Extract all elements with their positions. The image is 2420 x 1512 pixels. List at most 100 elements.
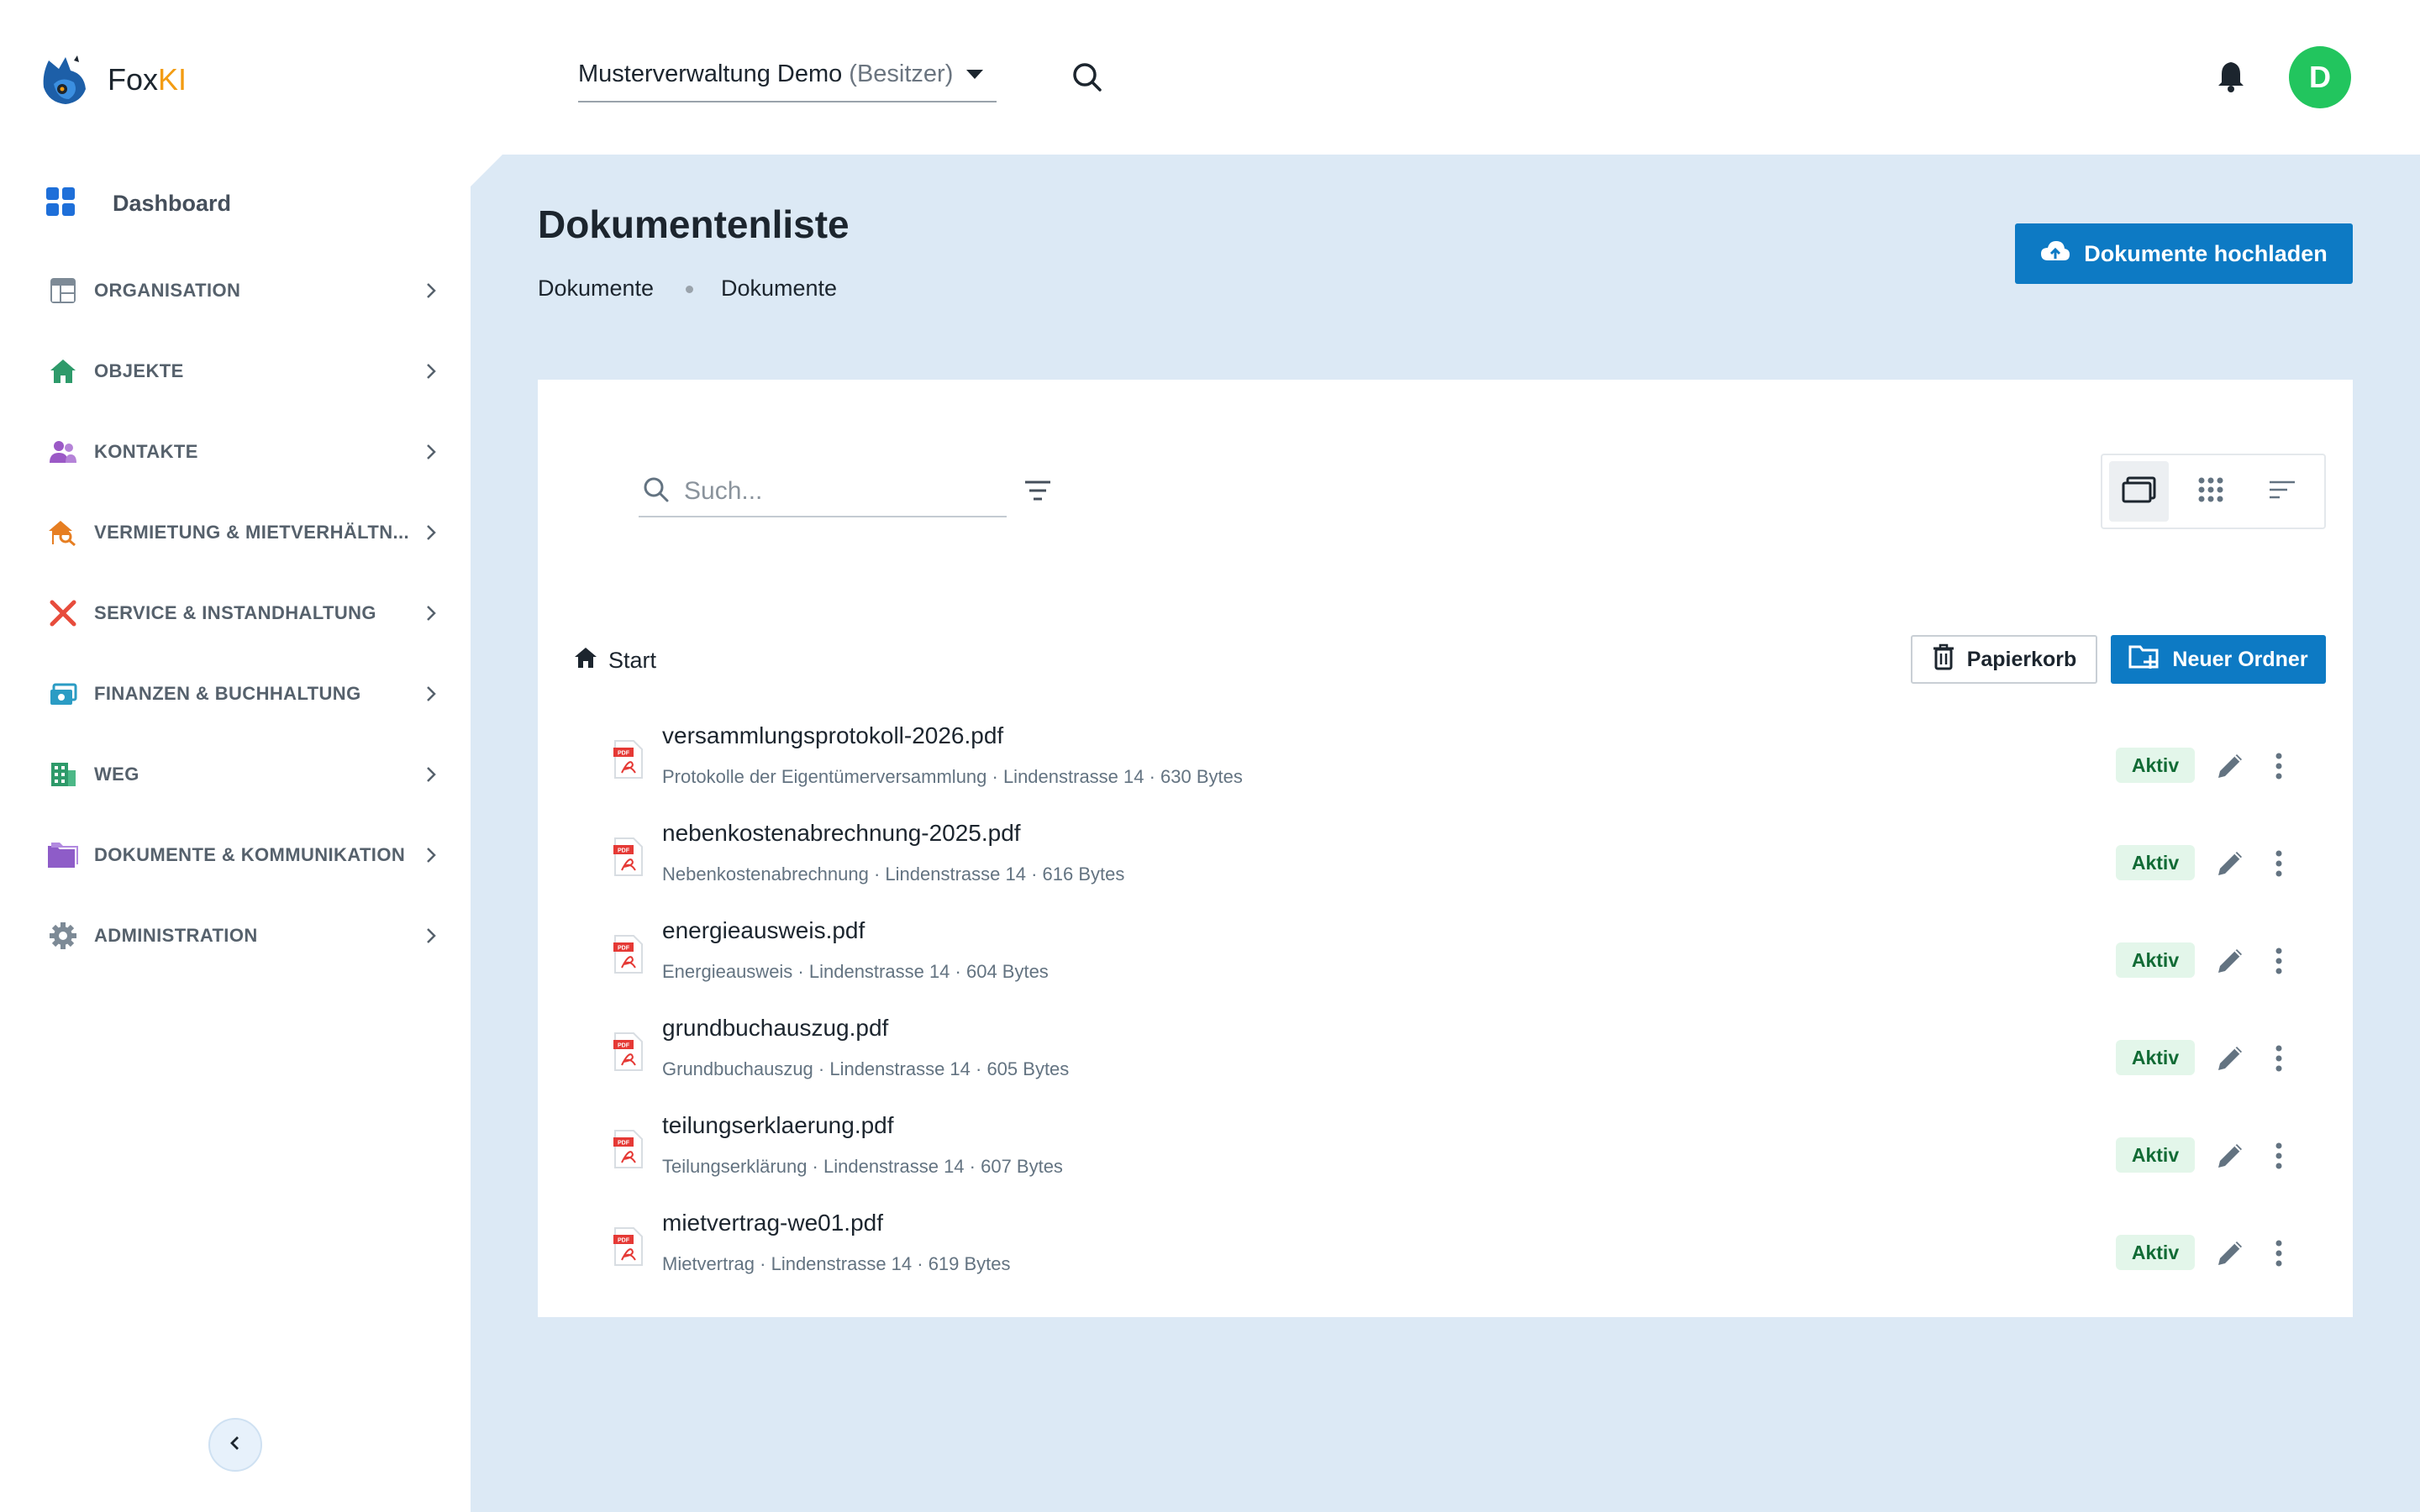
chevron-left-icon (226, 1434, 245, 1457)
chevron-right-icon (422, 523, 440, 542)
home-icon (573, 645, 608, 676)
svg-text:PDF: PDF (618, 1238, 630, 1244)
more-vertical-icon[interactable] (2269, 944, 2289, 978)
sidebar-item-label: VERMIETUNG & MIETVERHÄLTN... (94, 522, 410, 543)
more-vertical-icon[interactable] (2269, 1236, 2289, 1270)
edit-pencil-icon[interactable] (2213, 1042, 2247, 1075)
document-row[interactable]: PDF mietvertrag-we01.pdf Mietvertrag · L… (588, 1201, 2302, 1299)
folder-home-breadcrumb[interactable]: Start (573, 645, 656, 676)
edit-pencil-icon[interactable] (2213, 944, 2247, 978)
upload-documents-button[interactable]: Dokumente hochladen (2015, 223, 2353, 284)
document-meta: Grundbuchauszug · Lindenstrasse 14 · 605… (662, 1058, 1070, 1079)
new-folder-button[interactable]: Neuer Ordner (2111, 635, 2326, 684)
folder-view-button[interactable] (2109, 461, 2170, 522)
document-name[interactable]: energieausweis.pdf (662, 917, 865, 944)
svg-text:PDF: PDF (618, 848, 630, 854)
trash-label: Papierkorb (1966, 647, 2077, 671)
main-corner-notch (471, 155, 502, 186)
edit-pencil-icon[interactable] (2213, 1139, 2247, 1173)
people-icon (45, 434, 81, 470)
home-label: Start (608, 648, 657, 673)
document-meta: Teilungserklärung · Lindenstrasse 14 · 6… (662, 1156, 1063, 1177)
breadcrumb-item[interactable]: Dokumente (538, 276, 654, 302)
sidebar-item-service[interactable]: SERVICE & INSTANDHALTUNG (45, 591, 440, 635)
pdf-file-icon: PDF (613, 1129, 644, 1169)
sidebar-item-organisation[interactable]: ORGANISATION (45, 269, 440, 312)
chevron-right-icon (422, 604, 440, 622)
sidebar-item-label: ADMINISTRATION (94, 925, 258, 946)
document-name[interactable]: mietvertrag-we01.pdf (662, 1210, 883, 1236)
sidebar-item-label: FINANZEN & BUCHHALTUNG (94, 683, 361, 704)
tools-icon (45, 596, 81, 631)
document-name[interactable]: versammlungsprotokoll-2026.pdf (662, 722, 1003, 749)
sidebar-item-weg[interactable]: WEG (45, 753, 440, 796)
status-badge: Aktiv (2116, 1137, 2195, 1173)
search-input[interactable] (684, 477, 986, 506)
trash-icon (1932, 643, 1967, 676)
folder-plus-icon (2128, 643, 2172, 676)
document-name[interactable]: teilungserklaerung.pdf (662, 1112, 894, 1139)
sidebar-item-label: KONTAKTE (94, 441, 198, 462)
money-icon (45, 676, 81, 711)
chevron-right-icon (422, 765, 440, 784)
sort-lines-icon (2267, 477, 2297, 507)
house-search-icon (45, 515, 81, 550)
more-vertical-icon[interactable] (2269, 1042, 2289, 1075)
svg-text:PDF: PDF (618, 946, 630, 952)
sidebar-item-dashboard[interactable]: Dashboard (45, 181, 440, 225)
document-row[interactable]: PDF versammlungsprotokoll-2026.pdf Proto… (588, 714, 2302, 811)
chevron-right-icon (422, 281, 440, 300)
document-meta: Protokolle der Eigentümerversammlung · L… (662, 766, 1243, 787)
document-name[interactable]: grundbuchauszug.pdf (662, 1015, 888, 1042)
dashboard-grid-icon (45, 186, 76, 221)
collapse-sidebar-button[interactable] (208, 1418, 262, 1472)
document-name[interactable]: nebenkostenabrechnung-2025.pdf (662, 820, 1021, 847)
chevron-right-icon (422, 443, 440, 461)
folder-icon (45, 837, 81, 873)
sidebar-item-label: DOKUMENTE & KOMMUNIKATION (94, 844, 406, 865)
chevron-right-icon (422, 685, 440, 703)
more-vertical-icon[interactable] (2269, 749, 2289, 783)
sidebar-item-objekte[interactable]: OBJEKTE (45, 349, 440, 393)
chevron-right-icon (422, 927, 440, 945)
org-name: Musterverwaltung Demo (578, 60, 843, 87)
folders-icon (2121, 475, 2158, 509)
status-badge: Aktiv (2116, 942, 2195, 978)
user-avatar[interactable]: D (2289, 46, 2351, 108)
sidebar-item-dokumente[interactable]: DOKUMENTE & KOMMUNIKATION (45, 833, 440, 877)
svg-text:PDF: PDF (618, 751, 630, 757)
global-search-icon[interactable] (1069, 59, 1106, 96)
more-vertical-icon[interactable] (2269, 847, 2289, 880)
sidebar-item-vermietung[interactable]: VERMIETUNG & MIETVERHÄLTN... (45, 511, 440, 554)
gear-icon (45, 918, 81, 953)
edit-pencil-icon[interactable] (2213, 1236, 2247, 1270)
document-row[interactable]: PDF teilungserklaerung.pdf Teilungserklä… (588, 1104, 2302, 1201)
organization-select[interactable]: Musterverwaltung Demo (Besitzer) (578, 47, 997, 102)
sidebar-item-label: Dashboard (113, 190, 232, 216)
document-row[interactable]: PDF energieausweis.pdf Energieausweis · … (588, 909, 2302, 1006)
page-title: Dokumentenliste (538, 202, 850, 246)
list-view-button[interactable] (2253, 461, 2312, 522)
sidebar-item-label: OBJEKTE (94, 360, 184, 381)
sidebar-item-label: SERVICE & INSTANDHALTUNG (94, 602, 376, 623)
edit-pencil-icon[interactable] (2213, 749, 2247, 783)
view-toggle-group (2101, 454, 2326, 529)
sidebar-item-finanzen[interactable]: FINANZEN & BUCHHALTUNG (45, 672, 440, 716)
filter-icon[interactable] (1020, 475, 1055, 506)
edit-pencil-icon[interactable] (2213, 847, 2247, 880)
brand-suffix: KI (158, 62, 187, 97)
document-row[interactable]: PDF grundbuchauszug.pdf Grundbuchauszug … (588, 1006, 2302, 1104)
pdf-file-icon: PDF (613, 739, 644, 780)
sidebar-item-label: ORGANISATION (94, 280, 241, 301)
document-row[interactable]: PDF nebenkostenabrechnung-2025.pdf Neben… (588, 811, 2302, 909)
grid-view-button[interactable] (2181, 461, 2240, 522)
document-search[interactable] (639, 467, 1007, 517)
notifications-bell-icon[interactable] (2212, 57, 2250, 96)
sidebar-item-kontakte[interactable]: KONTAKTE (45, 430, 440, 474)
foxki-logo[interactable] (37, 50, 96, 109)
sidebar-item-administration[interactable]: ADMINISTRATION (45, 914, 440, 958)
more-vertical-icon[interactable] (2269, 1139, 2289, 1173)
trash-button[interactable]: Papierkorb (1911, 635, 2097, 684)
chevron-right-icon (422, 362, 440, 381)
svg-text:PDF: PDF (618, 1043, 630, 1049)
